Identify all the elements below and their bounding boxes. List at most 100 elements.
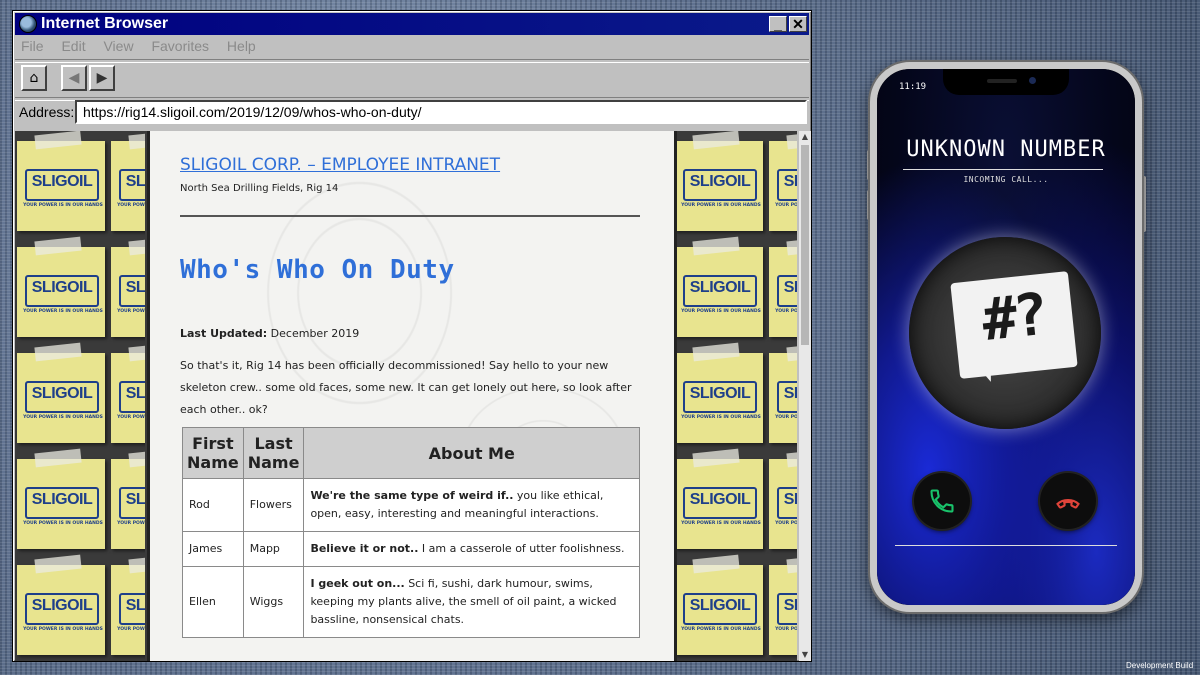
browser-globe-icon [19, 15, 37, 33]
sligoil-logo: SLIGOIL [683, 487, 757, 519]
sligoil-tagline: YOUR POWER IS IN OUR HANDS [117, 627, 145, 632]
speech-bubble-tail [969, 353, 995, 385]
about-me-cell: Believe it or not.. I am a casserole of … [303, 531, 640, 567]
sligoil-tagline: YOUR POWER IS IN OUR HANDS [23, 203, 103, 208]
accept-call-button[interactable] [914, 473, 970, 529]
about-lead: We're the same type of weird if.. [310, 489, 514, 502]
tape [692, 448, 740, 468]
caller-avatar: #? [909, 237, 1101, 429]
scroll-up-arrow-icon[interactable]: ▲ [799, 131, 811, 143]
sligoil-logo: SLIGOIL [777, 487, 797, 519]
tape [128, 448, 145, 468]
phone-notch [943, 69, 1069, 95]
tape [786, 131, 797, 150]
close-button[interactable]: ✕ [789, 16, 807, 32]
menu-help[interactable]: Help [227, 38, 256, 54]
menu-edit[interactable]: Edit [61, 38, 85, 54]
site-title-link[interactable]: SLIGOIL CORP. – EMPLOYEE INTRANET [180, 155, 500, 175]
sligoil-logo: SLIGOIL [683, 593, 757, 625]
minimize-button[interactable]: _ [769, 16, 787, 32]
sligoil-tagline: YOUR POWER IS IN OUR HANDS [117, 521, 145, 526]
last-name-cell: Flowers [242, 478, 305, 532]
home-icon: ⌂ [29, 70, 39, 86]
table-row: Rod Flowers We're the same type of weird… [182, 478, 640, 532]
sligoil-tagline: YOUR POWER IS IN OUR HANDS [117, 309, 145, 314]
menu-divider [15, 59, 809, 63]
tape [692, 554, 740, 574]
header-divider [180, 215, 640, 217]
status-clock: 11:19 [899, 82, 927, 92]
about-lead: Believe it or not.. [310, 542, 419, 555]
avatar-glyph: #? [978, 279, 1048, 355]
address-input[interactable]: https://rig14.sligoil.com/2019/12/09/who… [75, 100, 807, 124]
sligoil-logo: SLIGOIL [25, 487, 99, 519]
sligoil-tagline: YOUR POWER IS IN OUR HANDS [23, 415, 103, 420]
sligoil-sticky-note: SLIGOIL YOUR POWER IS IN OUR HANDS [769, 342, 797, 443]
sligoil-sticky-note: SLIGOIL YOUR POWER IS IN OUR HANDS [17, 236, 105, 337]
first-name-cell: Rod [182, 478, 244, 532]
menu-favorites[interactable]: Favorites [151, 38, 209, 54]
phone: 11:19 UNKNOWN NUMBER INCOMING CALL... #? [870, 62, 1142, 612]
menu-file[interactable]: File [21, 38, 44, 54]
table-row: Ellen Wiggs I geek out on... Sci fi, sus… [182, 566, 640, 638]
call-status: INCOMING CALL... [963, 175, 1049, 184]
sligoil-sticky-note: SLIGOIL YOUR POWER IS IN OUR HANDS [17, 131, 105, 231]
sligoil-logo: SLIGOIL [119, 169, 145, 201]
menu-view[interactable]: View [103, 38, 133, 54]
sligoil-sticky-note: SLIGOIL YOUR POWER IS IN OUR HANDS [675, 554, 763, 655]
caller-name: UNKNOWN NUMBER [906, 137, 1106, 162]
intro-paragraph: So that's it, Rig 14 has been officially… [180, 359, 632, 416]
sligoil-sticky-note: SLIGOIL YOUR POWER IS IN OUR HANDS [17, 342, 105, 443]
tape [34, 342, 82, 362]
last-updated: Last Updated: December 2019 [180, 327, 359, 340]
sligoil-sticky-note: SLIGOIL YOUR POWER IS IN OUR HANDS [17, 448, 105, 549]
scroll-down-arrow-icon[interactable]: ▼ [799, 649, 811, 661]
page-heading: Who's Who On Duty [180, 255, 455, 285]
tape [128, 131, 145, 150]
tape [786, 554, 797, 574]
sligoil-tagline: YOUR POWER IS IN OUR HANDS [681, 415, 761, 420]
sligoil-tagline: YOUR POWER IS IN OUR HANDS [681, 203, 761, 208]
tape [34, 131, 82, 150]
scroll-thumb[interactable] [801, 145, 809, 345]
page-viewport[interactable]: SLIGOILYOUR POWER IS IN OUR HANDSSLIGOIL… [15, 131, 797, 661]
sligoil-logo: SLIGOIL [683, 275, 757, 307]
sligoil-tagline: YOUR POWER IS IN OUR HANDS [681, 521, 761, 526]
sligoil-tagline: YOUR POWER IS IN OUR HANDS [23, 627, 103, 632]
forward-button[interactable]: ▶ [89, 65, 115, 91]
sligoil-logo: SLIGOIL [683, 381, 757, 413]
last-name-cell: Mapp [242, 531, 305, 567]
tape [34, 554, 82, 574]
header-last-name: Last Name [242, 427, 305, 479]
camera-icon [1029, 77, 1036, 84]
home-button[interactable]: ⌂ [21, 65, 47, 91]
tape [34, 448, 82, 468]
sligoil-tagline: YOUR POWER IS IN OUR HANDS [23, 521, 103, 526]
table-row: James Mapp Believe it or not.. I am a ca… [182, 531, 640, 567]
sligoil-logo: SLIGOIL [119, 381, 145, 413]
sligoil-tagline: YOUR POWER IS IN OUR HANDS [775, 521, 797, 526]
tape [128, 342, 145, 362]
sligoil-sticky-note: SLIGOIL YOUR POWER IS IN OUR HANDS [111, 448, 145, 549]
sligoil-sticky-note: SLIGOIL YOUR POWER IS IN OUR HANDS [111, 342, 145, 443]
decline-call-button[interactable] [1040, 473, 1096, 529]
intranet-page: SLIGOIL CORP. – EMPLOYEE INTRANET North … [147, 131, 677, 661]
sligoil-tagline: YOUR POWER IS IN OUR HANDS [775, 309, 797, 314]
back-button[interactable]: ◀ [61, 65, 87, 91]
last-updated-label: Last Updated: [180, 327, 268, 340]
sligoil-tagline: YOUR POWER IS IN OUR HANDS [117, 203, 145, 208]
vertical-scrollbar[interactable]: ▲ ▼ [799, 131, 811, 661]
title-bar[interactable]: Internet Browser _ ✕ [15, 13, 809, 35]
sligoil-tagline: YOUR POWER IS IN OUR HANDS [681, 309, 761, 314]
sligoil-tagline: YOUR POWER IS IN OUR HANDS [23, 309, 103, 314]
table-header-row: First Name Last Name About Me [182, 427, 640, 479]
sligoil-tagline: YOUR POWER IS IN OUR HANDS [775, 627, 797, 632]
tape [34, 236, 82, 256]
menu-bar: File Edit View Favorites Help [21, 38, 270, 56]
sligoil-logo: SLIGOIL [777, 593, 797, 625]
sligoil-tagline: YOUR POWER IS IN OUR HANDS [775, 415, 797, 420]
browser-window: Internet Browser _ ✕ File Edit View Favo… [12, 10, 812, 662]
tape [692, 131, 740, 150]
about-rest: I am a casserole of utter foolishness. [418, 542, 625, 555]
phone-side-button [1142, 176, 1146, 232]
